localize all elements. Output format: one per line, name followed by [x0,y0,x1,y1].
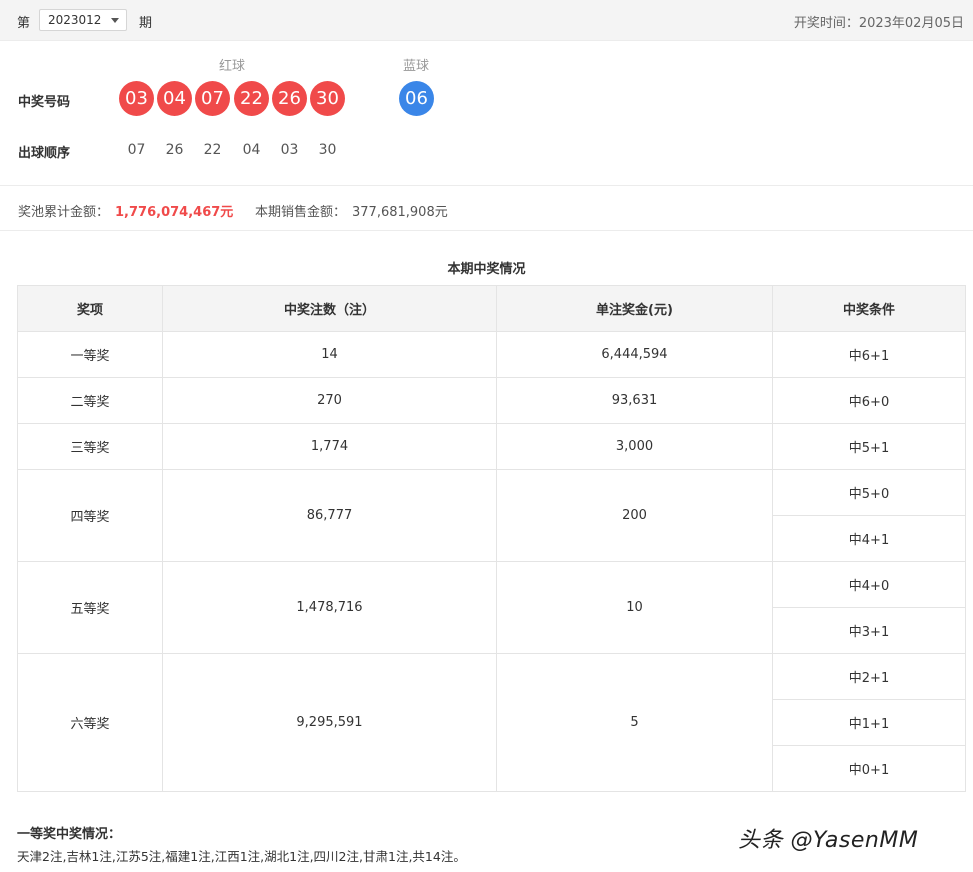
winner-count: 14 [162,331,497,378]
winner-count: 1,478,716 [162,561,497,654]
draw-order-number: 03 [280,142,299,158]
prize-amount: 10 [496,561,773,654]
draw-order-number: 26 [165,142,184,158]
win-condition: 中3+1 [772,607,966,654]
first-prize-title: 一等奖中奖情况： [17,827,122,842]
draw-order-number: 04 [242,142,261,158]
blue-ball: 06 [399,81,434,116]
win-condition: 中6+0 [772,377,966,424]
jackpot-pool: 奖池累计金额： 1,776,074,467元 [18,201,233,220]
column-header: 奖项 [17,285,163,332]
column-header: 中奖注数（注） [162,285,497,332]
winner-count: 86,777 [162,469,497,562]
prize-amount: 5 [496,653,773,792]
prize-level: 六等奖 [17,653,163,792]
prize-level: 四等奖 [17,469,163,562]
winning-numbers-label: 中奖号码 [18,95,71,110]
column-header: 单注奖金(元) [496,285,773,332]
table-row: 三等奖 1,774 3,000 中5+1 [17,423,966,470]
sales-amount-label: 本期销售金额： [255,205,347,220]
sales-amount: 本期销售金额： 377,681,908元 [255,201,448,220]
winner-count: 270 [162,377,497,424]
draw-order-number: 30 [318,142,337,158]
jackpot-pool-label: 奖池累计金额： [18,205,110,220]
prize-amount: 6,444,594 [496,331,773,378]
red-ball: 26 [272,81,307,116]
win-condition: 中6+1 [772,331,966,378]
issue-bar: 第 2023012 期 开奖时间：2023年02月05日 [0,0,973,41]
divider [0,230,973,231]
red-ball-label: 红球 [219,59,246,74]
prize-level: 二等奖 [17,377,163,424]
issue-suffix: 期 [139,16,153,31]
table-row: 一等奖 14 6,444,594 中6+1 [17,331,966,378]
red-ball: 30 [310,81,345,116]
win-condition: 中1+1 [772,699,966,746]
prize-amount: 200 [496,469,773,562]
winner-count: 1,774 [162,423,497,470]
win-condition: 中4+1 [772,515,966,562]
sales-amount-value: 377,681,908元 [352,205,448,220]
first-prize-distribution: 天津2注,吉林1注,江苏5注,福建1注,江西1注,湖北1注,四川2注,甘肃1注,… [17,849,466,864]
red-ball: 03 [119,81,154,116]
prize-amount: 3,000 [496,423,773,470]
win-condition: 中4+0 [772,561,966,608]
prize-table: 奖项 中奖注数（注） 单注奖金(元) 中奖条件 一等奖 14 6,444,594… [17,285,966,792]
draw-order-number: 07 [127,142,146,158]
issue-select-value: 2023012 [48,13,102,27]
table-row: 四等奖 86,777 200 中5+0 [17,469,966,562]
red-ball: 04 [157,81,192,116]
winner-count: 9,295,591 [162,653,497,792]
prize-table-title: 本期中奖情况 [447,262,526,277]
chevron-down-icon [111,18,119,23]
draw-date: 开奖时间：2023年02月05日 [793,16,964,31]
table-row: 五等奖 1,478,716 10 中4+0 [17,561,966,654]
draw-order-label: 出球顺序 [18,146,71,161]
divider [0,185,973,186]
win-condition: 中0+1 [772,745,966,792]
prize-level: 五等奖 [17,561,163,654]
red-ball: 07 [195,81,230,116]
table-header-row: 奖项 中奖注数（注） 单注奖金(元) 中奖条件 [17,285,966,332]
win-condition: 中2+1 [772,653,966,700]
table-row: 二等奖 270 93,631 中6+0 [17,377,966,424]
win-condition: 中5+1 [772,423,966,470]
prize-level: 一等奖 [17,331,163,378]
issue-prefix: 第 [17,16,31,31]
prize-amount: 93,631 [496,377,773,424]
blue-ball-label: 蓝球 [403,59,430,74]
prize-level: 三等奖 [17,423,163,470]
watermark: 头条 @YasenMM [738,828,919,853]
issue-select[interactable]: 2023012 [39,9,127,31]
table-row: 六等奖 9,295,591 5 中2+1 [17,653,966,792]
win-condition: 中5+0 [772,469,966,516]
draw-order-number: 22 [203,142,222,158]
column-header: 中奖条件 [772,285,966,332]
red-ball: 22 [234,81,269,116]
jackpot-pool-value: 1,776,074,467元 [115,205,234,220]
